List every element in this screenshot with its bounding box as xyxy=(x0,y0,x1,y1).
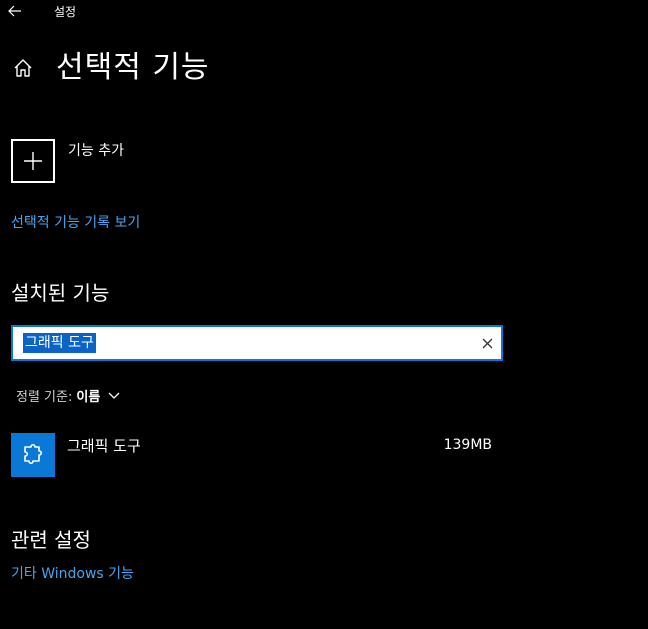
other-windows-features-link[interactable]: 기타 Windows 기능 xyxy=(11,563,134,583)
search-input[interactable] xyxy=(13,327,473,359)
sort-value: 이름 xyxy=(76,390,101,405)
page-title: 선택적 기능 xyxy=(56,50,210,85)
list-item[interactable]: 그래픽 도구 139MB xyxy=(11,432,499,478)
settings-window: 설정 선택적 기능 기능 추가 선택적 기능 기록 보기 설치된 기능 그래픽 … xyxy=(0,0,648,629)
back-button[interactable] xyxy=(0,0,30,22)
installed-features-heading: 설치된 기능 xyxy=(11,281,110,305)
back-arrow-icon xyxy=(8,5,21,17)
feature-history-link[interactable]: 선택적 기능 기록 보기 xyxy=(11,212,140,232)
add-feature-label: 기능 추가 xyxy=(68,143,124,159)
sort-label: 정렬 기준: xyxy=(16,390,73,405)
sort-dropdown[interactable]: 정렬 기준: 이름 xyxy=(16,386,120,405)
chevron-down-icon xyxy=(108,392,120,400)
home-button[interactable] xyxy=(10,55,36,81)
search-box[interactable]: 그래픽 도구 xyxy=(11,325,503,361)
clear-search-button[interactable] xyxy=(479,335,495,351)
add-feature-button[interactable]: 기능 추가 xyxy=(11,139,124,183)
plus-icon xyxy=(24,152,42,170)
feature-size: 139MB xyxy=(443,437,492,453)
title-bar: 설정 xyxy=(0,0,648,22)
add-feature-box xyxy=(11,139,55,183)
page-header: 선택적 기능 xyxy=(10,48,210,88)
home-icon xyxy=(14,59,32,77)
feature-name: 그래픽 도구 xyxy=(67,437,141,455)
puzzle-icon xyxy=(24,443,43,465)
window-title: 설정 xyxy=(54,5,77,19)
related-settings-heading: 관련 설정 xyxy=(11,528,91,552)
feature-icon-tile xyxy=(11,433,55,477)
close-icon xyxy=(482,338,492,348)
